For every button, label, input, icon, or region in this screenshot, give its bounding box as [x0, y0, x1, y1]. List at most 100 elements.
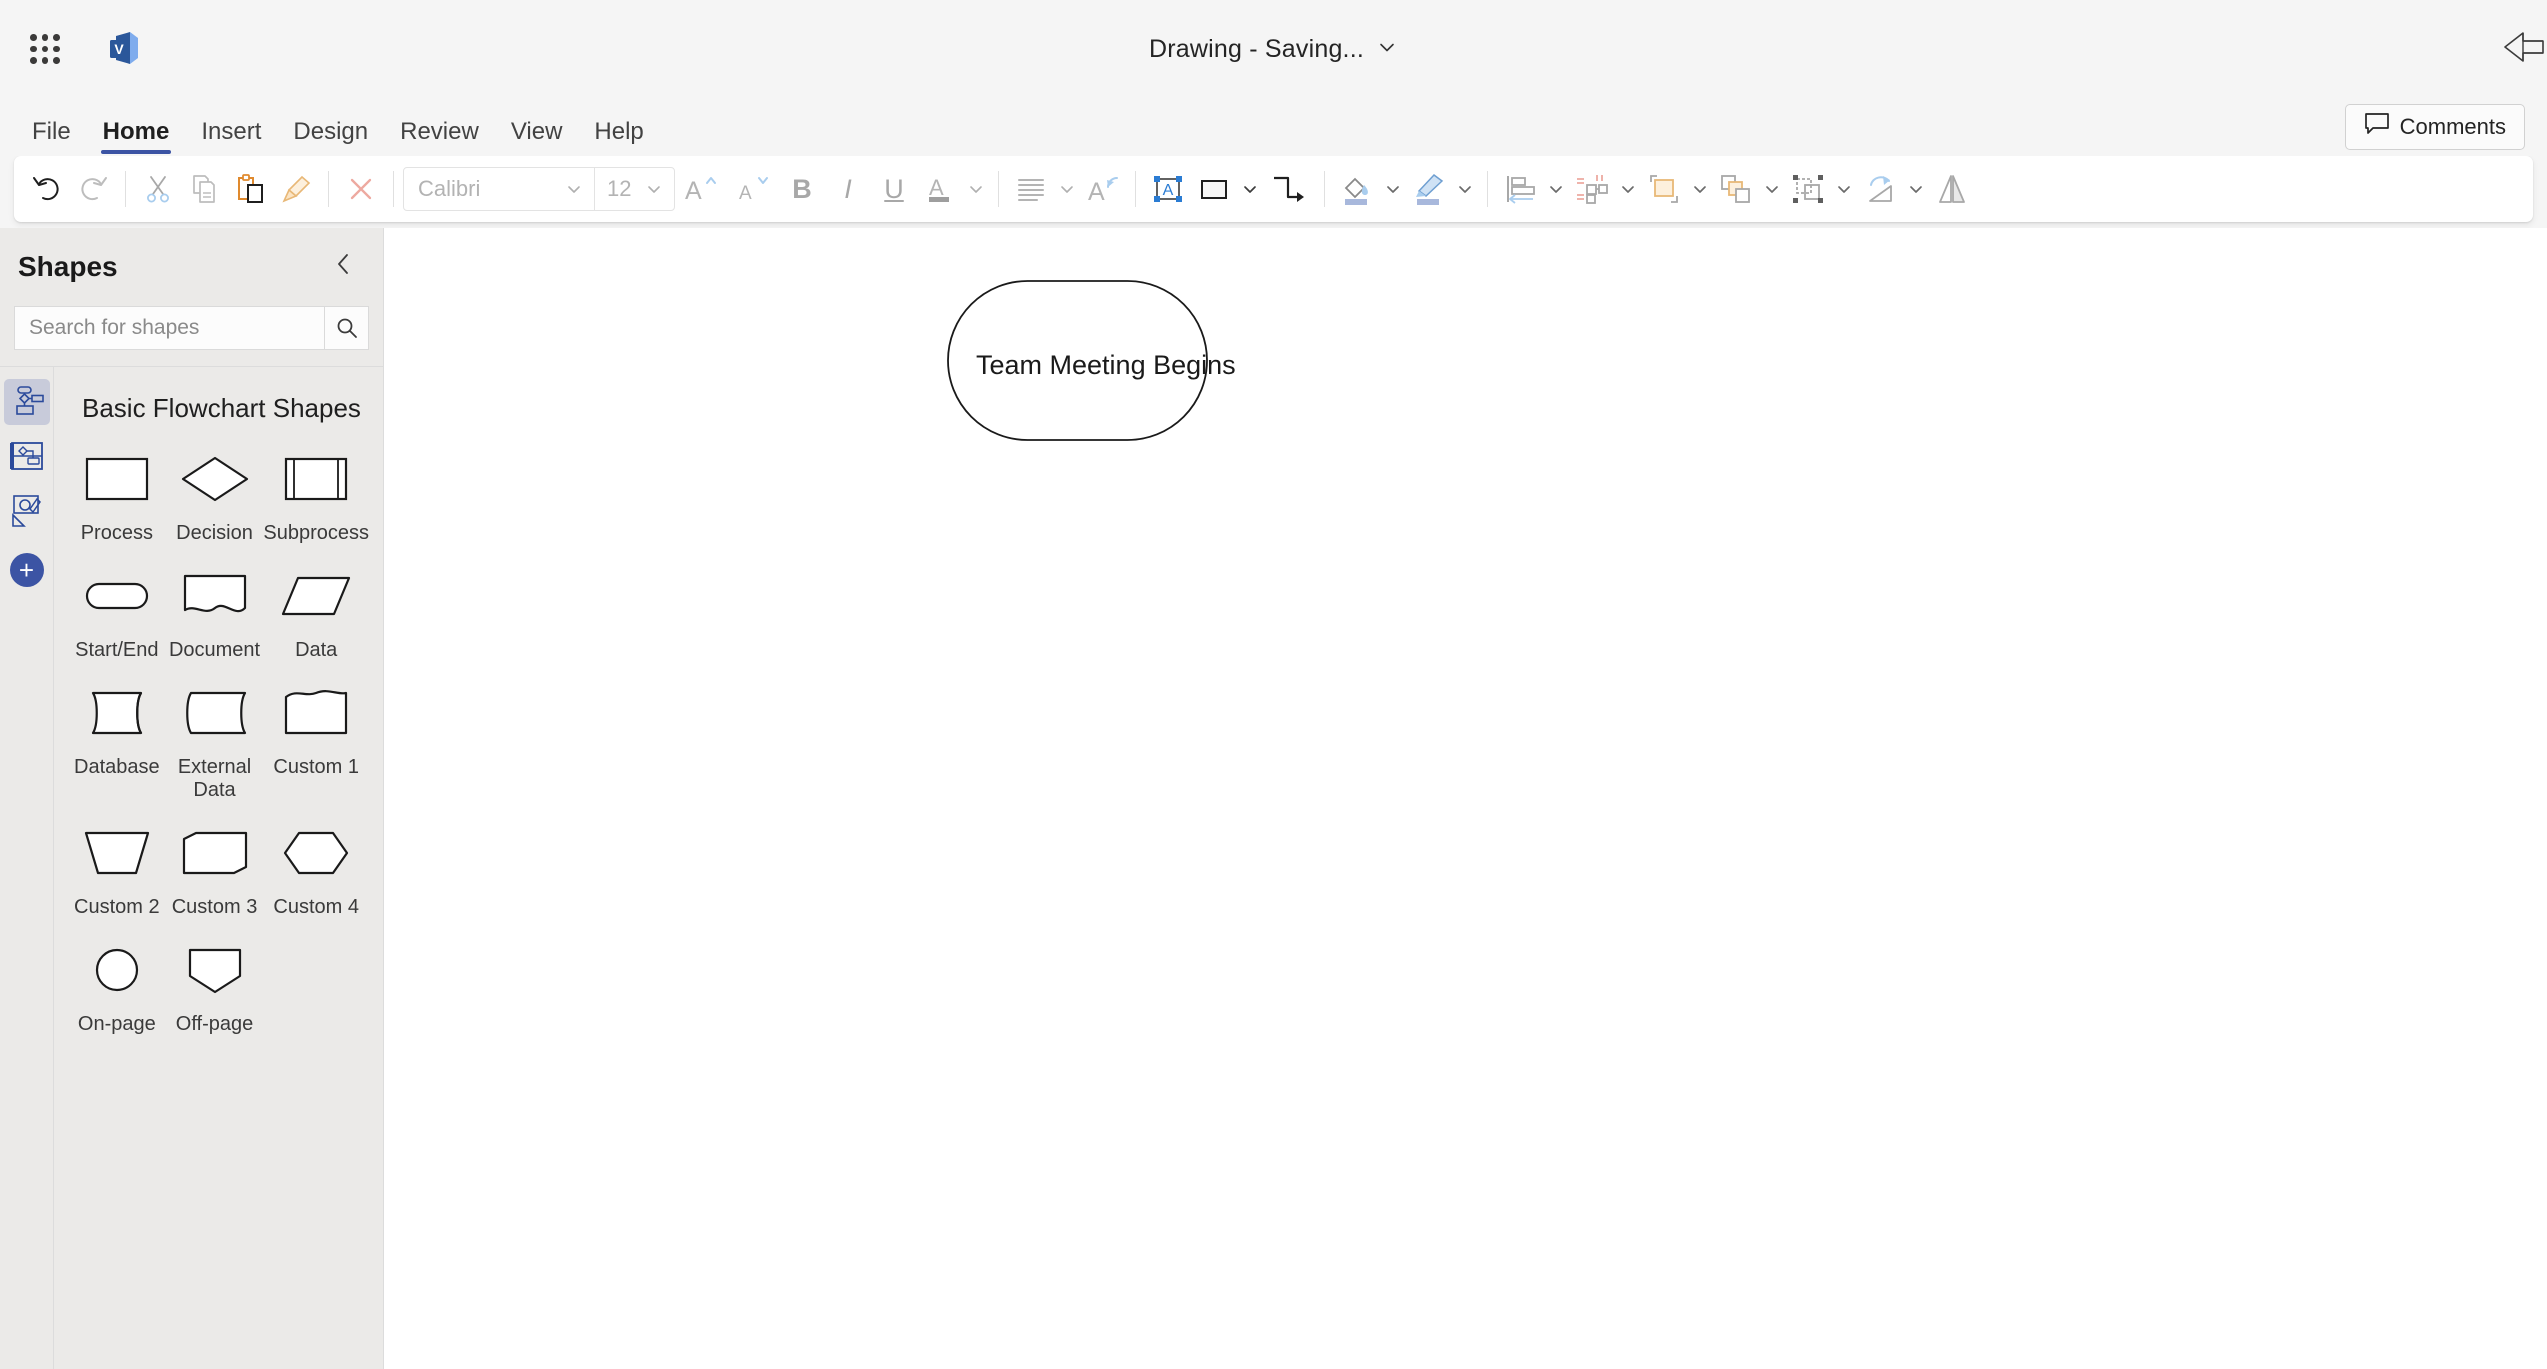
svg-text:A: A	[739, 183, 752, 204]
shape-label: Custom 2	[74, 896, 160, 918]
shape-label: Decision	[176, 522, 253, 544]
stencil-more-shapes-button[interactable]	[4, 487, 50, 533]
shape-item-custom-3[interactable]: Custom 3	[166, 816, 264, 933]
shape-icon[interactable]	[1191, 164, 1237, 214]
shape-item-custom-2[interactable]: Custom 2	[68, 816, 166, 933]
shape-item-decision[interactable]: Decision	[166, 442, 264, 559]
tab-design[interactable]: Design	[277, 108, 384, 156]
group-dropdown[interactable]	[1831, 164, 1857, 214]
shapes-search-row	[0, 306, 383, 366]
svg-text:A: A	[929, 175, 944, 200]
connector-icon[interactable]	[1263, 164, 1315, 214]
clipboard-paste-icon[interactable]	[227, 164, 273, 214]
line-color-icon[interactable]	[1406, 164, 1452, 214]
bring-forward-dropdown[interactable]	[1687, 164, 1713, 214]
shape-item-external-data[interactable]: External Data	[166, 676, 264, 816]
shape-label: Custom 4	[273, 896, 359, 918]
comments-button[interactable]: Comments	[2344, 104, 2525, 150]
flip-icon[interactable]	[1929, 164, 1975, 214]
distribute-icon[interactable]	[1569, 164, 1615, 214]
search-input[interactable]	[15, 316, 324, 340]
ribbon-display-options-icon[interactable]	[2497, 24, 2547, 74]
shapes-panel-title: Shapes	[18, 251, 118, 282]
shape-label: On-page	[77, 1013, 156, 1035]
shape-item-data[interactable]: Data	[263, 559, 369, 676]
bold-button[interactable]: B	[779, 164, 825, 214]
undo-icon[interactable]	[24, 164, 70, 214]
distribute-dropdown[interactable]	[1615, 164, 1641, 214]
scissors-icon[interactable]	[135, 164, 181, 214]
visio-app-logo[interactable]: V	[100, 27, 144, 71]
shape-dropdown[interactable]	[1237, 164, 1263, 214]
visio-logo-letter: V	[114, 41, 124, 57]
shape-item-subprocess[interactable]: Subprocess	[263, 442, 369, 559]
redo-icon[interactable]	[70, 164, 116, 214]
tab-review[interactable]: Review	[384, 108, 495, 156]
fill-color-icon[interactable]	[1334, 164, 1380, 214]
ribbon-tabs: File Home Insert Design Review View Help…	[0, 98, 2547, 156]
align-dropdown[interactable]	[1054, 164, 1080, 214]
underline-button[interactable]: U	[871, 164, 917, 214]
chevron-left-icon[interactable]	[327, 245, 361, 290]
rotate-dropdown[interactable]	[1903, 164, 1929, 214]
font-name-select[interactable]: Calibri	[404, 168, 594, 210]
group-icon[interactable]	[1785, 164, 1831, 214]
shape-item-start-end[interactable]: Start/End	[68, 559, 166, 676]
rotate-icon[interactable]	[1857, 164, 1903, 214]
font-color-dropdown[interactable]	[963, 164, 989, 214]
font-color-icon[interactable]: A	[917, 164, 963, 214]
shape-label: Document	[168, 639, 261, 661]
chevron-down-icon	[648, 186, 660, 193]
send-backward-icon[interactable]	[1713, 164, 1759, 214]
clear-formatting-icon[interactable]	[338, 164, 384, 214]
format-painter-icon[interactable]	[273, 164, 319, 214]
document-icon	[169, 565, 261, 627]
shrink-font-icon[interactable]: A	[727, 164, 779, 214]
app-launcher-icon[interactable]	[22, 26, 68, 72]
align-objects-dropdown[interactable]	[1543, 164, 1569, 214]
shape-item-custom-4[interactable]: Custom 4	[263, 816, 369, 933]
shape-label: Data	[295, 639, 338, 661]
font-controls: Calibri 12	[403, 167, 675, 211]
font-name-value: Calibri	[418, 176, 481, 201]
align-objects-icon[interactable]	[1497, 164, 1543, 214]
italic-button[interactable]: I	[825, 164, 871, 214]
stencil-flowchart-button[interactable]	[3, 379, 50, 425]
tab-home[interactable]: Home	[87, 108, 186, 156]
font-size-select[interactable]: 12	[594, 168, 674, 210]
line-color-dropdown[interactable]	[1452, 164, 1478, 214]
shape-item-process[interactable]: Process	[68, 442, 166, 559]
align-icon[interactable]	[1008, 164, 1054, 214]
shape-item-off-page[interactable]: Off-page	[166, 933, 264, 1050]
toolbar-divider	[1324, 171, 1325, 207]
copy-icon[interactable]	[181, 164, 227, 214]
underline-label: U	[884, 173, 904, 204]
shape-item-custom-1[interactable]: Custom 1	[263, 676, 369, 816]
grow-font-icon[interactable]: A	[675, 164, 727, 214]
custom3-icon	[169, 822, 261, 884]
shape-item-on-page[interactable]: On-page	[68, 933, 166, 1050]
drawing-canvas[interactable]: Team Meeting Begins	[384, 228, 2547, 1369]
send-backward-dropdown[interactable]	[1759, 164, 1785, 214]
tab-help[interactable]: Help	[578, 108, 659, 156]
tab-insert[interactable]: Insert	[185, 108, 277, 156]
tab-view[interactable]: View	[495, 108, 579, 156]
canvas-shapes-layer	[947, 280, 1208, 441]
add-stencil-button[interactable]: +	[9, 553, 44, 587]
stencil-cross-functional-button[interactable]	[4, 433, 50, 479]
search-icon[interactable]	[324, 307, 368, 349]
toolbar-divider	[328, 171, 329, 207]
toolbar-container: Calibri 12 A A B I U A A A	[0, 156, 2547, 228]
text-box-icon[interactable]: A	[1145, 164, 1191, 214]
tab-file[interactable]: File	[16, 108, 87, 156]
text-direction-icon[interactable]: A	[1080, 164, 1126, 214]
document-title-group: Drawing - Saving...	[0, 35, 2547, 64]
shape-item-database[interactable]: Database	[68, 676, 166, 816]
bring-forward-icon[interactable]	[1641, 164, 1687, 214]
shape-label: Start/End	[75, 639, 159, 661]
shape-item-document[interactable]: Document	[166, 559, 264, 676]
fill-color-dropdown[interactable]	[1380, 164, 1406, 214]
chevron-down-icon[interactable]	[1376, 36, 1398, 63]
stencil-rail: +	[0, 367, 54, 1369]
page-title[interactable]: Drawing - Saving...	[1149, 35, 1364, 64]
